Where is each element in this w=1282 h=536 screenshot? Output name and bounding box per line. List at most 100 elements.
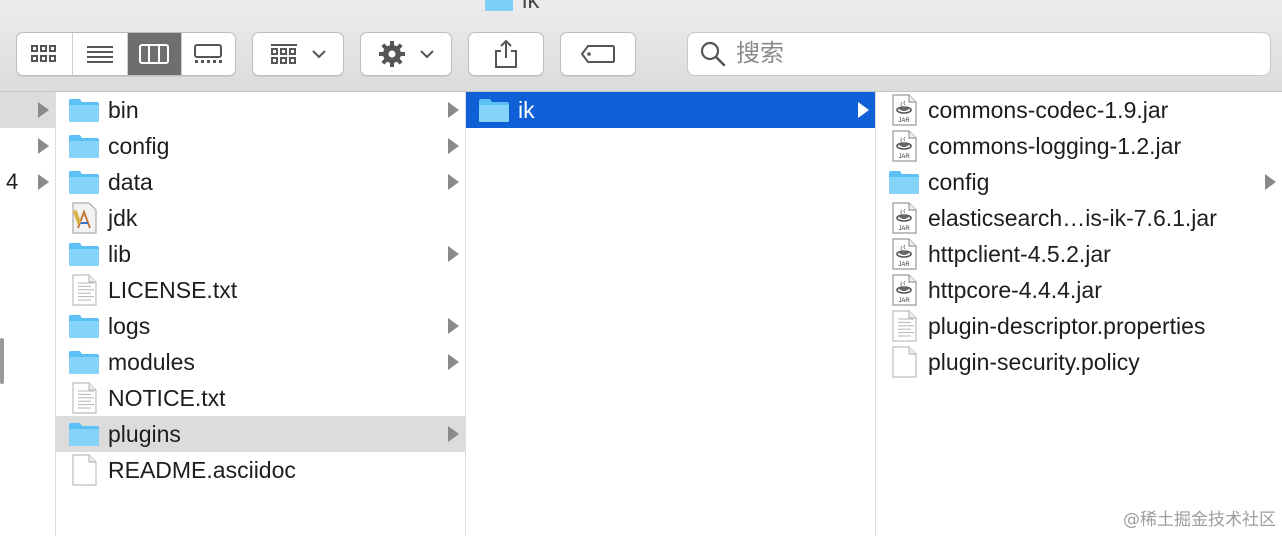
item-name: NOTICE.txt — [108, 384, 226, 411]
view-mode-control — [16, 32, 236, 76]
gallery-view-button[interactable] — [182, 33, 235, 75]
share-button[interactable] — [468, 32, 544, 76]
svg-text:JAR: JAR — [898, 298, 910, 304]
file-row[interactable]: README.asciidoc — [56, 452, 465, 488]
jar-file-icon: JAR — [888, 274, 920, 306]
grid-icon — [31, 45, 57, 62]
action-cell — [361, 33, 451, 75]
text-file-icon — [888, 310, 920, 342]
application-icon — [68, 202, 100, 234]
folder-row[interactable]: lib — [56, 236, 465, 272]
folder-icon — [68, 418, 100, 450]
text-file-icon — [68, 382, 100, 414]
folder-row[interactable]: ik — [466, 92, 875, 128]
folder-row[interactable]: modules — [56, 344, 465, 380]
tags-cell — [561, 33, 635, 75]
gear-icon — [379, 41, 405, 67]
tag-icon — [580, 45, 615, 63]
columns-icon — [139, 44, 170, 64]
item-name: plugin-security.policy — [928, 348, 1140, 375]
action-button[interactable] — [360, 32, 452, 76]
jar-file-icon: JAR — [888, 238, 920, 270]
file-row[interactable]: JAR httpclient-4.5.2.jar — [876, 236, 1282, 272]
folder-row[interactable]: data — [56, 164, 465, 200]
disclosure-triangle-icon — [448, 426, 459, 442]
column-plugins: ik — [466, 92, 876, 536]
file-row[interactable]: JAR elasticsearch…is-ik-7.6.1.jar — [876, 200, 1282, 236]
disclosure-triangle-icon — [448, 102, 459, 118]
folder-icon — [68, 238, 100, 270]
folder-row[interactable]: logs — [56, 308, 465, 344]
list-icon — [86, 46, 113, 63]
folder-row[interactable]: config — [56, 128, 465, 164]
folder-row[interactable]: config — [876, 164, 1282, 200]
group-by-button[interactable] — [252, 32, 344, 76]
search-icon — [700, 41, 726, 67]
jar-file-icon: JAR — [888, 202, 920, 234]
search-input[interactable] — [736, 40, 1236, 68]
group-by-cell — [253, 33, 343, 75]
list-item[interactable]: 4 — [0, 164, 55, 200]
item-name: elasticsearch…is-ik-7.6.1.jar — [928, 204, 1217, 231]
column-browser: 4 bin config data jdk lib LICENSE.txt logs modu… — [0, 92, 1282, 536]
folder-icon — [68, 94, 100, 126]
folder-icon — [68, 166, 100, 198]
item-name: config — [928, 168, 990, 195]
svg-text:JAR: JAR — [898, 154, 910, 160]
file-row[interactable]: LICENSE.txt — [56, 272, 465, 308]
folder-icon — [478, 94, 510, 126]
svg-text:JAR: JAR — [898, 118, 910, 124]
share-cell — [469, 33, 543, 75]
jar-file-icon: JAR — [888, 94, 920, 126]
file-row[interactable]: plugin-descriptor.properties — [876, 308, 1282, 344]
disclosure-triangle-icon — [448, 318, 459, 334]
gallery-icon — [194, 44, 223, 63]
column-parent: 4 — [0, 92, 56, 536]
file-row[interactable]: JAR commons-logging-1.2.jar — [876, 128, 1282, 164]
folder-icon — [484, 0, 514, 12]
file-row[interactable]: NOTICE.txt — [56, 380, 465, 416]
folder-row[interactable]: plugins — [56, 416, 465, 452]
folder-icon — [68, 346, 100, 378]
window-title-text: ik — [522, 0, 540, 14]
watermark: @稀土掘金技术社区 — [1123, 510, 1276, 530]
document-icon — [888, 346, 920, 378]
item-name: README.asciidoc — [108, 456, 296, 483]
icon-view-button[interactable] — [17, 33, 73, 75]
item-name: ik — [518, 96, 535, 123]
item-name: commons-logging-1.2.jar — [928, 132, 1182, 159]
document-icon — [68, 454, 100, 486]
disclosure-triangle-icon — [858, 102, 869, 118]
disclosure-triangle-icon — [38, 174, 49, 190]
svg-text:JAR: JAR — [898, 262, 910, 268]
column-elasticsearch: bin config data jdk lib LICENSE.txt logs module… — [56, 92, 466, 536]
item-count: 4 — [6, 169, 19, 194]
tags-button[interactable] — [560, 32, 636, 76]
item-name: lib — [108, 240, 132, 267]
search-field[interactable] — [687, 32, 1271, 76]
file-row[interactable]: jdk — [56, 200, 465, 236]
group-grid-icon — [271, 44, 297, 64]
disclosure-triangle-icon — [448, 174, 459, 190]
disclosure-triangle-icon — [38, 138, 49, 154]
column-view-button[interactable] — [128, 33, 182, 75]
list-view-button[interactable] — [73, 33, 128, 75]
item-name: httpcore-4.4.4.jar — [928, 276, 1102, 303]
list-item[interactable] — [0, 128, 55, 164]
file-row[interactable]: JAR commons-codec-1.9.jar — [876, 92, 1282, 128]
window-title: ik — [484, 0, 539, 16]
scrollbar[interactable] — [0, 338, 4, 384]
folder-row[interactable]: bin — [56, 92, 465, 128]
file-row[interactable]: plugin-security.policy — [876, 344, 1282, 380]
item-name: plugins — [108, 420, 181, 447]
disclosure-triangle-icon — [1265, 174, 1276, 190]
item-name: LICENSE.txt — [108, 276, 238, 303]
list-item[interactable] — [0, 92, 55, 128]
toolbar: ik — [0, 0, 1282, 92]
folder-icon — [68, 310, 100, 342]
share-icon — [495, 39, 517, 68]
jar-file-icon: JAR — [888, 130, 920, 162]
disclosure-triangle-icon — [448, 354, 459, 370]
file-row[interactable]: JAR httpcore-4.4.4.jar — [876, 272, 1282, 308]
disclosure-triangle-icon — [448, 138, 459, 154]
